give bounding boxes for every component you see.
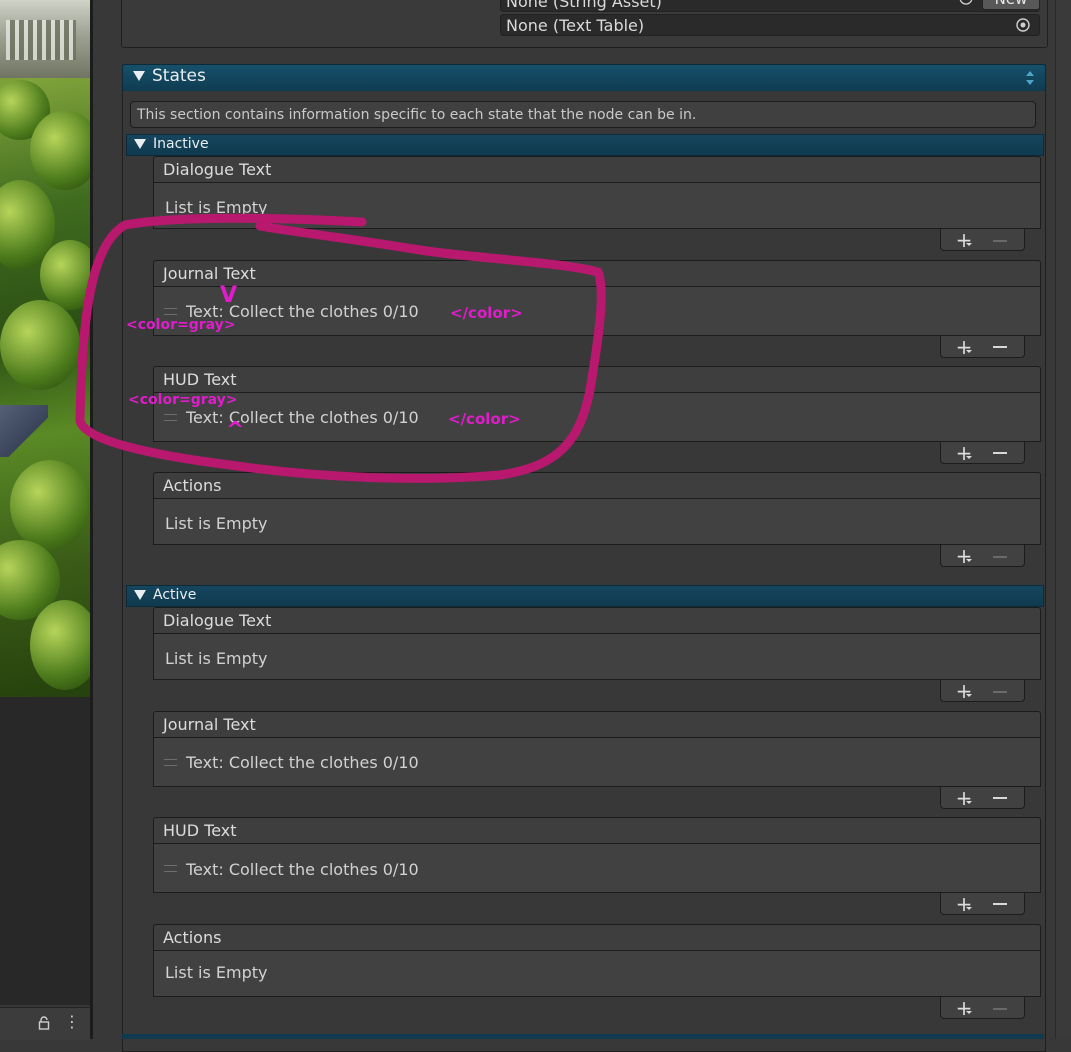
annotation-open-tag: <color=gray> bbox=[128, 392, 238, 408]
states-body bbox=[122, 91, 1046, 1052]
inactive-journal-list: Text: Collect the clothes 0/10 bbox=[153, 287, 1041, 336]
plus-icon[interactable]: + bbox=[955, 681, 973, 701]
drag-handle-icon[interactable] bbox=[164, 865, 177, 872]
states-foldout-header[interactable] bbox=[122, 64, 1046, 92]
plus-icon[interactable]: + bbox=[955, 788, 973, 808]
list-empty-label: List is Empty bbox=[165, 198, 268, 217]
states-help-box: This section contains information specif… bbox=[130, 101, 1036, 128]
plus-icon[interactable]: + bbox=[955, 894, 973, 914]
minus-icon[interactable] bbox=[993, 346, 1007, 348]
annotation-close-tag: </color> bbox=[448, 410, 521, 428]
list-empty-label: List is Empty bbox=[165, 649, 268, 668]
new-asset-button[interactable]: New bbox=[982, 0, 1040, 10]
annotation-close-tag: </color> bbox=[450, 304, 523, 322]
inactive-actions-header[interactable]: Actions bbox=[153, 472, 1041, 499]
inactive-actions-list: List is Empty bbox=[153, 499, 1041, 545]
list-footer: + bbox=[940, 545, 1025, 567]
list-empty-label: List is Empty bbox=[165, 963, 268, 982]
string-asset-value: None (String Asset) bbox=[506, 0, 662, 11]
active-hud-header[interactable]: HUD Text bbox=[153, 817, 1041, 844]
state-active-title: Active bbox=[153, 587, 197, 603]
roof-shape bbox=[0, 405, 48, 457]
list-footer: + bbox=[940, 442, 1025, 464]
annotation-arrow-up: ^ bbox=[226, 418, 245, 443]
hud-text-item[interactable]: Text: Collect the clothes 0/10 bbox=[186, 408, 419, 427]
scene-view-preview bbox=[0, 0, 90, 697]
list-footer: + bbox=[940, 229, 1025, 251]
plus-icon[interactable]: + bbox=[955, 230, 973, 250]
annotation-arrow-down: V bbox=[220, 283, 238, 308]
active-actions-list: List is Empty bbox=[153, 951, 1041, 997]
plus-icon[interactable]: + bbox=[955, 998, 973, 1018]
minus-icon[interactable] bbox=[993, 797, 1007, 799]
panel-splitter[interactable] bbox=[90, 0, 93, 1039]
triangle-down-icon[interactable] bbox=[134, 138, 146, 150]
inactive-hud-list: Text: Collect the clothes 0/10 bbox=[153, 393, 1041, 442]
triangle-down-icon[interactable] bbox=[132, 69, 146, 83]
inactive-journal-header[interactable]: Journal Text bbox=[153, 260, 1041, 287]
state-active-header[interactable] bbox=[126, 585, 1044, 607]
object-picker-icon[interactable] bbox=[1015, 17, 1031, 33]
minus-icon bbox=[993, 556, 1007, 558]
drag-handle-icon[interactable] bbox=[164, 759, 177, 766]
lock-icon[interactable] bbox=[37, 1016, 51, 1030]
object-picker-icon[interactable] bbox=[958, 0, 974, 8]
drag-handle-icon[interactable] bbox=[164, 308, 177, 315]
minus-icon[interactable] bbox=[993, 903, 1007, 905]
foliage bbox=[40, 240, 90, 310]
list-empty-label: List is Empty bbox=[165, 514, 268, 533]
minus-icon bbox=[993, 240, 1007, 242]
foliage bbox=[0, 300, 80, 390]
minus-icon bbox=[993, 1008, 1007, 1010]
drag-handle-icon[interactable] bbox=[164, 414, 177, 421]
hierarchy-panel-empty bbox=[0, 697, 90, 1005]
journal-text-item[interactable]: Text: Collect the clothes 0/10 bbox=[186, 753, 419, 772]
inactive-dialogue-header[interactable]: Dialogue Text bbox=[153, 156, 1041, 183]
active-journal-header[interactable]: Journal Text bbox=[153, 711, 1041, 738]
text-table-field[interactable]: None (Text Table) bbox=[500, 14, 1040, 36]
kebab-menu-icon[interactable]: ⋮ bbox=[64, 1013, 80, 1031]
plus-icon[interactable]: + bbox=[955, 337, 973, 357]
triangle-down-icon[interactable] bbox=[134, 589, 146, 601]
foliage bbox=[30, 110, 90, 190]
foliage bbox=[30, 600, 90, 690]
foliage bbox=[10, 460, 90, 550]
inactive-hud-header[interactable]: HUD Text bbox=[153, 366, 1041, 393]
list-footer: + bbox=[940, 680, 1025, 702]
text-table-value: None (Text Table) bbox=[506, 16, 645, 35]
active-dialogue-header[interactable]: Dialogue Text bbox=[153, 607, 1041, 634]
plus-icon[interactable]: + bbox=[955, 443, 973, 463]
next-section-edge bbox=[122, 1034, 1044, 1039]
minus-icon[interactable] bbox=[993, 452, 1007, 454]
active-hud-list: Text: Collect the clothes 0/10 bbox=[153, 844, 1041, 893]
active-journal-list: Text: Collect the clothes 0/10 bbox=[153, 738, 1041, 787]
annotation-open-tag: <color=gray> bbox=[126, 317, 236, 333]
list-footer: + bbox=[940, 997, 1025, 1019]
list-footer: + bbox=[940, 787, 1025, 809]
state-inactive-header[interactable] bbox=[126, 134, 1044, 156]
minus-icon bbox=[993, 691, 1007, 693]
plus-icon[interactable]: + bbox=[955, 546, 973, 566]
active-dialogue-list: List is Empty bbox=[153, 634, 1041, 680]
up-down-arrows-icon[interactable] bbox=[1024, 70, 1036, 86]
list-footer: + bbox=[940, 893, 1025, 915]
state-inactive-title: Inactive bbox=[153, 136, 209, 152]
inspector-scrollbar[interactable] bbox=[1055, 0, 1071, 1039]
house-image bbox=[0, 0, 90, 78]
active-actions-header[interactable]: Actions bbox=[153, 924, 1041, 951]
list-footer: + bbox=[940, 336, 1025, 358]
inactive-dialogue-list: List is Empty bbox=[153, 183, 1041, 229]
states-title: States bbox=[152, 66, 206, 86]
hud-text-item[interactable]: Text: Collect the clothes 0/10 bbox=[186, 860, 419, 879]
